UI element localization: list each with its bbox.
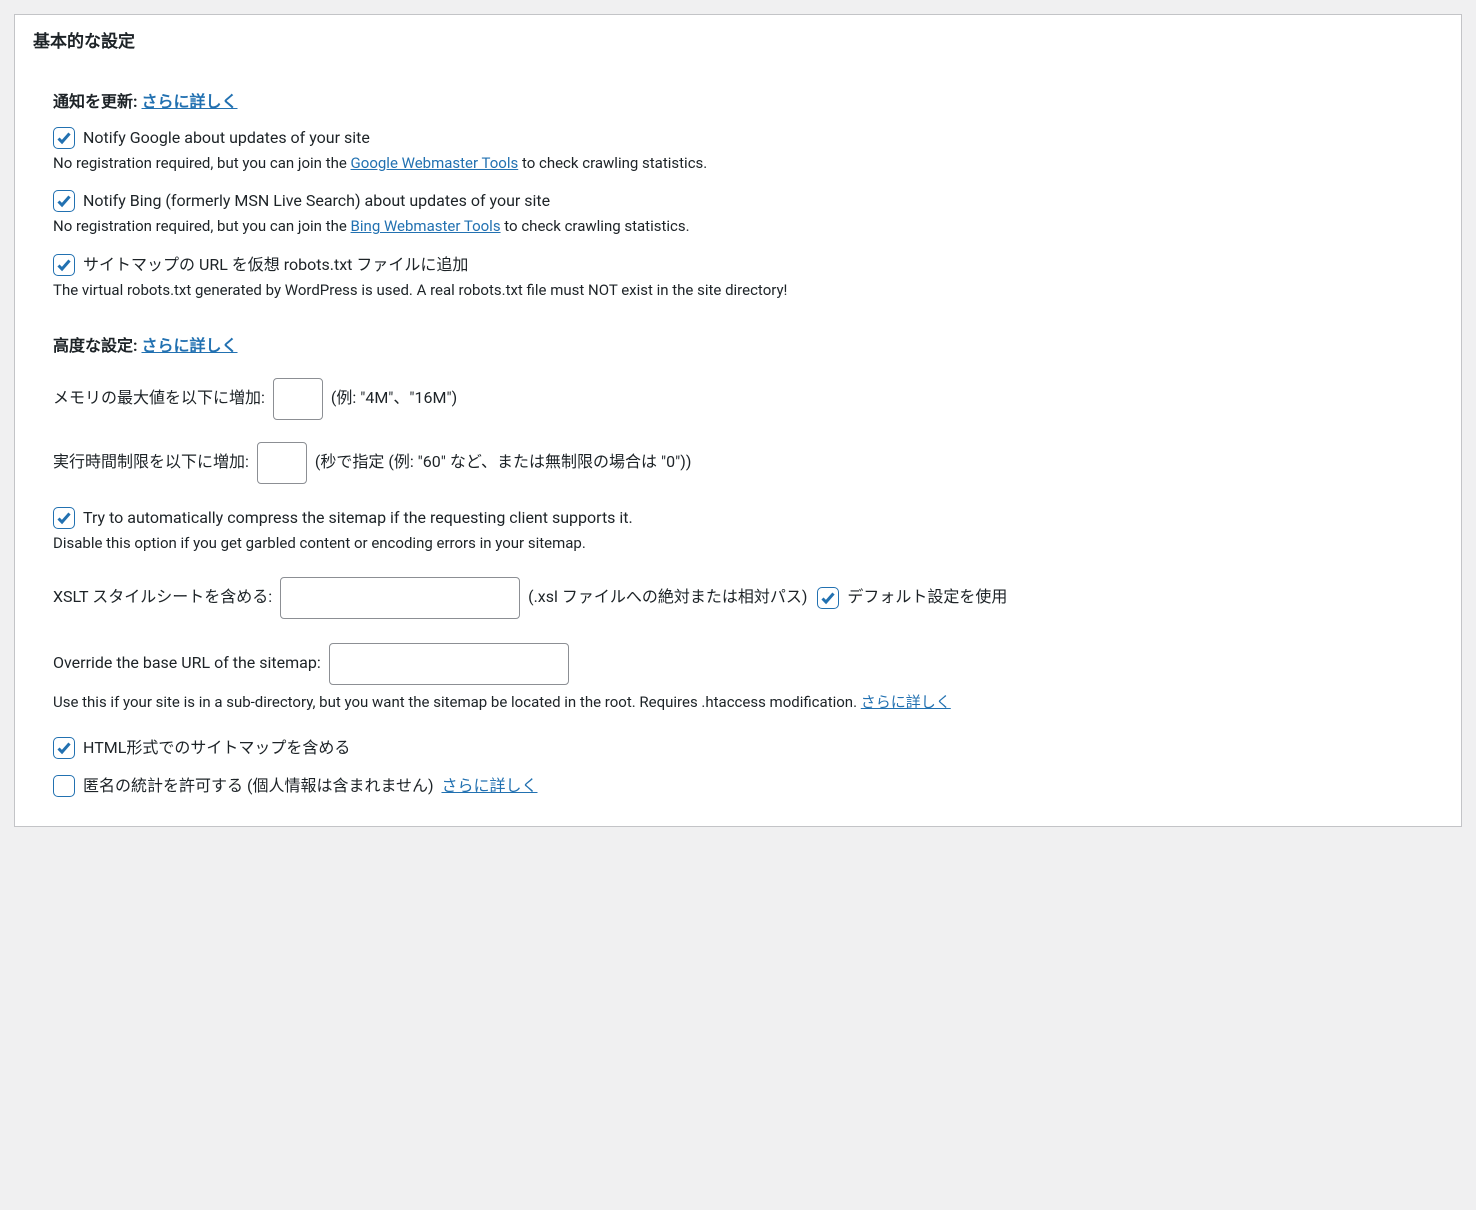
anon-stats-row: 匿名の統計を許可する (個人情報は含まれません) さらに詳しく — [53, 774, 1443, 798]
baseurl-row: Override the base URL of the sitemap: — [53, 643, 1443, 685]
notify-bing-desc: No registration required, but you can jo… — [53, 215, 1443, 238]
check-icon — [56, 257, 72, 273]
notify-bing-checkbox[interactable] — [53, 190, 75, 212]
memory-input[interactable] — [273, 378, 323, 420]
html-sitemap-row: HTML形式でのサイトマップを含める — [53, 736, 1443, 760]
xslt-default-checkbox[interactable] — [817, 587, 839, 609]
compress-checkbox[interactable] — [53, 507, 75, 529]
time-suffix: (秒で指定 (例: "60" など、または無制限の場合は "0")) — [315, 452, 692, 471]
advanced-heading: 高度な設定: さらに詳しく — [53, 332, 1443, 356]
time-row: 実行時間制限を以下に増加: (秒で指定 (例: "60" など、または無制限の場合… — [53, 442, 1443, 484]
html-sitemap-label: HTML形式でのサイトマップを含める — [83, 736, 350, 760]
notify-google-desc: No registration required, but you can jo… — [53, 152, 1443, 175]
xslt-label: XSLT スタイルシートを含める: — [53, 587, 272, 606]
advanced-heading-label: 高度な設定: — [53, 336, 138, 355]
time-input[interactable] — [257, 442, 307, 484]
notify-learn-more-link[interactable]: さらに詳しく — [142, 92, 238, 111]
notify-heading: 通知を更新: さらに詳しく — [53, 88, 1443, 112]
memory-suffix: (例: "4M"、"16M") — [331, 388, 457, 407]
check-icon — [56, 130, 72, 146]
compress-row: Try to automatically compress the sitema… — [53, 506, 1443, 530]
notify-google-checkbox[interactable] — [53, 127, 75, 149]
panel-header: 基本的な設定 — [15, 15, 1461, 60]
check-icon — [56, 740, 72, 756]
notify-bing-label: Notify Bing (formerly MSN Live Search) a… — [83, 189, 550, 213]
memory-label: メモリの最大値を以下に増加: — [53, 388, 265, 407]
xslt-row: XSLT スタイルシートを含める:(.xsl ファイルへの絶対または相対パス) … — [53, 577, 1443, 619]
google-webmaster-link[interactable]: Google Webmaster Tools — [351, 154, 519, 172]
compress-label: Try to automatically compress the sitema… — [83, 506, 633, 530]
time-label: 実行時間制限を以下に増加: — [53, 452, 249, 471]
xslt-hint: (.xsl ファイルへの絶対または相対パス) — [528, 587, 807, 606]
xslt-default-label: デフォルト設定を使用 — [847, 587, 1007, 606]
advanced-learn-more-link[interactable]: さらに詳しく — [142, 336, 238, 355]
notify-bing-desc-suffix: to check crawling statistics. — [501, 217, 690, 235]
notify-bing-desc-prefix: No registration required, but you can jo… — [53, 217, 351, 235]
notify-google-label: Notify Google about updates of your site — [83, 126, 370, 150]
panel-body: 通知を更新: さらに詳しく Notify Google about update… — [15, 60, 1461, 826]
baseurl-desc-prefix: Use this if your site is in a sub-direct… — [53, 693, 861, 711]
panel-title: 基本的な設定 — [33, 27, 1443, 52]
baseurl-label: Override the base URL of the sitemap: — [53, 653, 321, 672]
html-sitemap-checkbox[interactable] — [53, 737, 75, 759]
compress-desc: Disable this option if you get garbled c… — [53, 532, 1443, 555]
robots-row: サイトマップの URL を仮想 robots.txt ファイルに追加 — [53, 253, 1443, 277]
check-icon — [56, 510, 72, 526]
notify-heading-label: 通知を更新: — [53, 92, 138, 111]
robots-desc: The virtual robots.txt generated by Word… — [53, 279, 1443, 302]
notify-google-desc-prefix: No registration required, but you can jo… — [53, 154, 351, 172]
notify-bing-row: Notify Bing (formerly MSN Live Search) a… — [53, 189, 1443, 213]
anon-stats-learn-more-link[interactable]: さらに詳しく — [441, 776, 537, 795]
notify-google-row: Notify Google about updates of your site — [53, 126, 1443, 150]
baseurl-input[interactable] — [329, 643, 569, 685]
baseurl-desc: Use this if your site is in a sub-direct… — [53, 691, 1443, 714]
check-icon — [820, 590, 836, 606]
anon-stats-checkbox[interactable] — [53, 775, 75, 797]
robots-checkbox[interactable] — [53, 254, 75, 276]
memory-row: メモリの最大値を以下に増加: (例: "4M"、"16M") — [53, 378, 1443, 420]
robots-label: サイトマップの URL を仮想 robots.txt ファイルに追加 — [83, 253, 468, 277]
bing-webmaster-link[interactable]: Bing Webmaster Tools — [351, 217, 501, 235]
baseurl-learn-more-link[interactable]: さらに詳しく — [861, 693, 951, 711]
xslt-input[interactable] — [280, 577, 520, 619]
notify-google-desc-suffix: to check crawling statistics. — [518, 154, 707, 172]
basic-settings-panel: 基本的な設定 通知を更新: さらに詳しく Notify Google about… — [14, 14, 1462, 827]
anon-stats-label: 匿名の統計を許可する (個人情報は含まれません) さらに詳しく — [83, 774, 538, 798]
anon-stats-label-text: 匿名の統計を許可する (個人情報は含まれません) — [83, 776, 434, 795]
check-icon — [56, 193, 72, 209]
